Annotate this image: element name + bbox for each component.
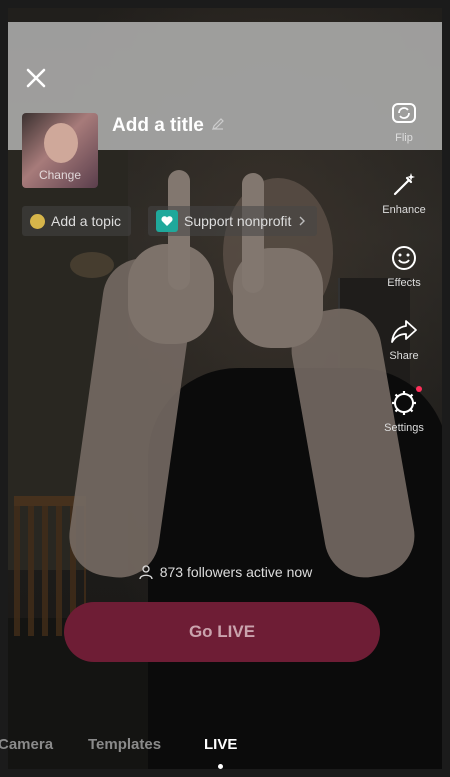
effects-button[interactable]: Effects <box>374 243 434 289</box>
add-topic-chip[interactable]: Add a topic <box>22 206 132 236</box>
mode-tabs: Camera Templates LIVE <box>0 736 434 762</box>
flip-label: Flip <box>395 132 413 144</box>
flip-camera-icon <box>392 103 416 123</box>
gear-icon <box>392 391 416 415</box>
flip-button[interactable]: Flip <box>374 98 434 144</box>
notification-dot <box>416 386 422 392</box>
support-nonprofit-chip[interactable]: Support nonprofit <box>148 206 318 236</box>
add-topic-label: Add a topic <box>51 213 122 229</box>
heart-icon <box>156 210 178 232</box>
followers-active-status: 873 followers active now <box>0 564 450 580</box>
cover-change-label: Change <box>38 168 82 182</box>
enhance-label: Enhance <box>382 204 426 216</box>
go-live-button[interactable]: Go LIVE <box>64 602 380 662</box>
cover-image-picker[interactable]: Change <box>22 113 98 188</box>
share-button[interactable]: Share <box>374 316 434 362</box>
cover-thumbnail-face <box>44 123 78 163</box>
pencil-icon <box>210 116 226 137</box>
tab-live[interactable]: LIVE <box>204 736 237 753</box>
tab-camera[interactable]: Camera <box>0 736 53 753</box>
settings-label: Settings <box>384 422 424 434</box>
selected-tab-indicator <box>218 764 223 769</box>
settings-button[interactable]: Settings <box>374 386 434 434</box>
title-placeholder: Add a title <box>112 115 204 136</box>
chevron-right-icon <box>297 213 307 229</box>
title-input[interactable]: Add a title <box>112 113 226 139</box>
enhance-button[interactable]: Enhance <box>374 170 434 216</box>
smiley-icon <box>392 246 416 270</box>
effects-label: Effects <box>387 277 421 289</box>
tab-templates[interactable]: Templates <box>88 736 161 753</box>
topic-icon <box>30 213 45 229</box>
go-live-label: Go LIVE <box>188 622 256 641</box>
magic-wand-icon <box>393 173 415 196</box>
support-nonprofit-label: Support nonprofit <box>184 213 292 229</box>
close-icon <box>26 68 46 88</box>
followers-text: 873 followers active now <box>159 564 313 580</box>
share-arrow-icon <box>391 320 417 343</box>
close-button[interactable] <box>22 64 50 92</box>
share-label: Share <box>389 350 419 362</box>
person-icon <box>139 565 153 580</box>
